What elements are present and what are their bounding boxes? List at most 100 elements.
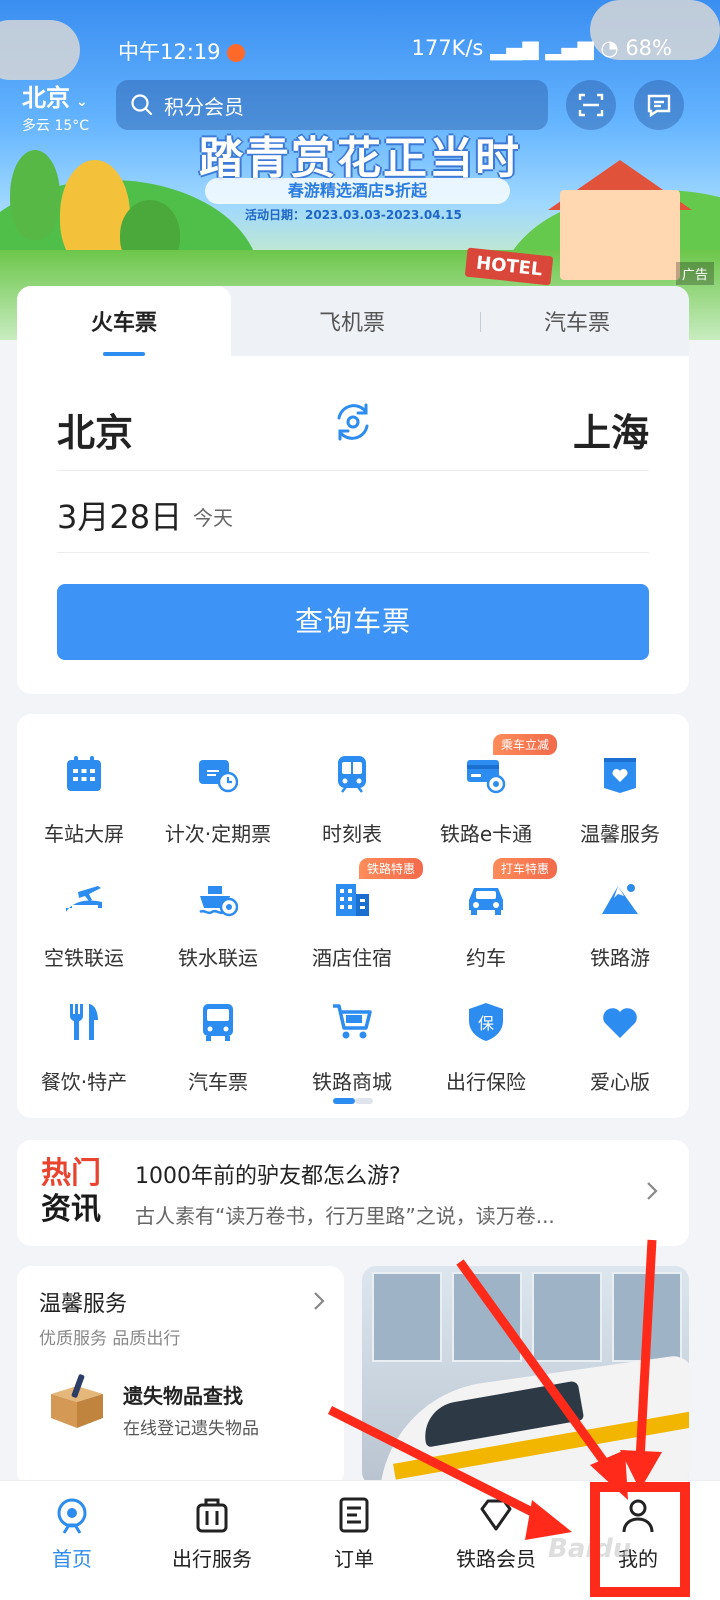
battery-level: 68% (625, 36, 672, 60)
hot-news-label-2: 资讯 (41, 1192, 101, 1227)
query-tickets-button[interactable]: 查询车票 (57, 584, 649, 660)
scan-button[interactable] (566, 80, 616, 130)
service-label: 出行保险 (446, 1070, 526, 1094)
luggage-icon (196, 1498, 228, 1533)
calendar-icon (67, 756, 101, 791)
service-label: 约车 (466, 946, 506, 970)
nav-rail-member[interactable]: 铁路会员 (424, 1481, 568, 1600)
search-input[interactable]: 积分会员 (116, 80, 548, 130)
nav-label: 订单 (334, 1547, 374, 1571)
nav-home[interactable]: 首页 (0, 1481, 144, 1600)
service-label: 爱心版 (590, 1070, 650, 1094)
window-decoration (612, 1272, 682, 1362)
train-icon (338, 756, 366, 793)
status-right: 177K/s ▂▄▆ ▂▄▆ ◔ 68% (412, 36, 673, 60)
car-icon (469, 888, 503, 915)
page-dot (355, 1098, 373, 1104)
service-rail-tour[interactable]: 铁路游 (553, 860, 687, 970)
warm-service-card[interactable]: 温馨服务 优质服务 品质出行 遗失物品查找 在线登记遗失物品 (17, 1266, 344, 1486)
home-icon (57, 1498, 87, 1534)
service-label: 铁路商城 (312, 1070, 392, 1094)
message-button[interactable] (634, 80, 684, 130)
status-bar: 中午12:19 177K/s ▂▄▆ ▂▄▆ ◔ 68% (0, 36, 720, 66)
tab-train[interactable]: 火车票 (17, 286, 231, 358)
search-icon (131, 94, 153, 116)
service-label: 铁路游 (590, 946, 650, 970)
arrival-city[interactable]: 上海 (573, 402, 649, 457)
weather-text: 多云 15°C (22, 118, 90, 134)
lost-item-box-icon (51, 1374, 103, 1428)
service-care-mode[interactable]: 爱心版 (553, 984, 687, 1094)
lost-item-title[interactable]: 遗失物品查找 (123, 1380, 243, 1409)
city-selector[interactable]: 北京 ⌄ 多云 15°C (22, 78, 89, 135)
heart-bag-icon (604, 758, 636, 793)
service-insurance[interactable]: 保 出行保险 (419, 984, 553, 1094)
chevron-right-icon (647, 1182, 658, 1200)
service-grid: 车站大屏 计次·定期票 时刻表 乘车立减 铁路e卡通 温馨服务 空铁联运 铁水联… (17, 714, 689, 1118)
cutlery-icon (69, 1004, 98, 1040)
service-air-rail[interactable]: 空铁联运 (17, 860, 151, 970)
service-bus-ticket[interactable]: 汽车票 (151, 984, 285, 1094)
ad-label: 广告 (675, 262, 714, 285)
service-ecard[interactable]: 乘车立减 铁路e卡通 (419, 734, 558, 846)
ticket-clock-icon (199, 760, 238, 793)
watermark: Baidu (548, 1534, 632, 1564)
service-label: 铁水联运 (178, 946, 258, 970)
departure-city[interactable]: 北京 (57, 402, 133, 457)
news-title: 1000年前的驴友都怎么游? (135, 1164, 401, 1189)
signal-icon: ▂▄▆ ▂▄▆ ◔ (490, 36, 626, 60)
service-label: 餐饮·特产 (40, 1070, 128, 1094)
plane-train-icon (66, 886, 102, 912)
service-label: 车站大屏 (44, 822, 124, 846)
swap-stations-icon[interactable] (331, 400, 375, 444)
service-food[interactable]: 餐饮·特产 (17, 984, 151, 1094)
banner-title: 踏青赏花正当时 (199, 133, 521, 184)
nav-orders[interactable]: 订单 (282, 1481, 426, 1600)
bus-icon (203, 1004, 233, 1041)
service-hotel[interactable]: 铁路特惠 酒店住宿 (285, 858, 424, 970)
window-decoration (452, 1272, 522, 1362)
ship-icon (199, 886, 238, 917)
user-icon (622, 1499, 654, 1533)
promo-badge: 乘车立减 (493, 734, 558, 755)
svg-text:保: 保 (478, 1014, 494, 1033)
shield-icon: 保 (469, 1003, 503, 1041)
chevron-down-icon: ⌄ (76, 94, 88, 110)
service-label: 温馨服务 (580, 822, 660, 846)
scan-icon (578, 93, 604, 117)
card-icon (467, 760, 506, 794)
banner-date: 活动日期：2023.03.03-2023.04.15 (245, 208, 462, 222)
chevron-right-icon (314, 1292, 325, 1310)
service-rail-water[interactable]: 铁水联运 (151, 860, 285, 970)
hotel-icon (336, 884, 369, 916)
service-periodic-ticket[interactable]: 计次·定期票 (151, 736, 285, 846)
nav-label: 首页 (52, 1547, 92, 1571)
window-decoration (532, 1272, 602, 1362)
service-label: 空铁联运 (44, 946, 124, 970)
warm-service-subtitle: 优质服务 品质出行 (39, 1329, 181, 1349)
nav-travel-service[interactable]: 出行服务 (140, 1481, 284, 1600)
service-station-screen[interactable]: 车站大屏 (17, 736, 151, 846)
travel-date[interactable]: 3月28日 (57, 492, 182, 538)
tab-bus[interactable]: 汽车票 (465, 286, 689, 358)
tab-flight[interactable]: 飞机票 (239, 286, 465, 358)
service-rail-mall[interactable]: 铁路商城 (285, 984, 419, 1094)
hot-news-card[interactable]: 热门 资讯 1000年前的驴友都怎么游? 古人素有“读万卷书，行万里路”之说，读… (17, 1140, 689, 1246)
hot-news-logo: 热门 资讯 (41, 1156, 101, 1228)
nav-label: 出行服务 (172, 1547, 252, 1571)
divider (57, 470, 649, 471)
recording-icon (226, 44, 245, 62)
cart-icon (333, 1004, 372, 1039)
service-ride-hailing[interactable]: 打车特惠 约车 (419, 858, 558, 970)
service-label: 铁路e卡通 (439, 822, 533, 846)
message-icon (647, 94, 671, 118)
service-timetable[interactable]: 时刻表 (285, 736, 419, 846)
ticket-tabs: 火车票 飞机票 汽车票 (17, 286, 689, 358)
service-label: 时刻表 (322, 822, 382, 846)
train-photo-banner[interactable] (362, 1266, 689, 1486)
status-time: 中午12:19 (118, 36, 245, 66)
page-indicator (333, 1098, 373, 1104)
diamond-icon (480, 1499, 512, 1531)
nav-label: 铁路会员 (456, 1547, 536, 1571)
service-warm[interactable]: 温馨服务 (553, 736, 687, 846)
